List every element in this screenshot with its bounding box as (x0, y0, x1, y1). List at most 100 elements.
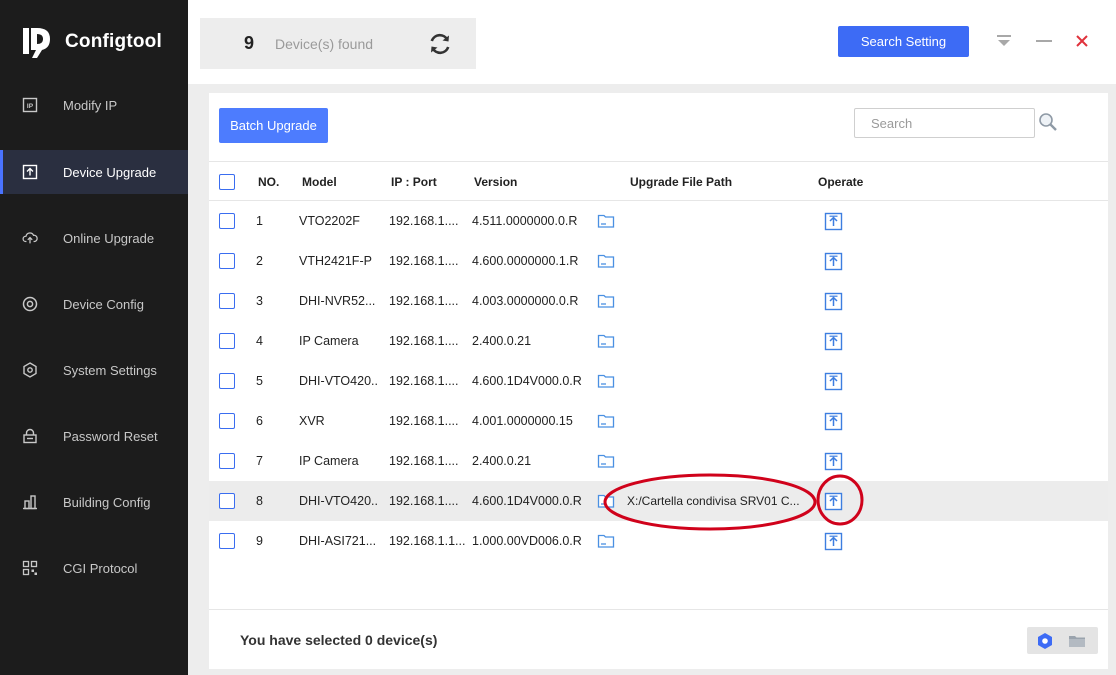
row-checkbox[interactable] (219, 293, 235, 309)
row-checkbox[interactable] (219, 533, 235, 549)
browse-folder-icon[interactable] (597, 412, 615, 430)
svg-text:IP: IP (27, 103, 34, 110)
table-header: NO. Model IP : Port Version Upgrade File… (209, 161, 1108, 201)
close-icon[interactable] (1072, 30, 1092, 52)
upgrade-icon[interactable] (824, 252, 843, 271)
table-row[interactable]: 8 DHI-VTO420... 192.168.1.... 4.600.1D4V000… (209, 481, 1108, 521)
cell-version: 2.400.0.21 (472, 334, 532, 348)
browse-folder-icon[interactable] (597, 252, 615, 270)
row-checkbox[interactable] (219, 333, 235, 349)
upgrade-icon[interactable] (824, 532, 843, 551)
browse-folder-icon[interactable] (597, 332, 615, 350)
row-checkbox[interactable] (219, 373, 235, 389)
selection-summary: You have selected 0 device(s) (240, 632, 437, 648)
cell-version: 4.600.0000000.1.R (472, 254, 579, 268)
folder-icon[interactable] (1068, 632, 1086, 650)
batch-upgrade-button[interactable]: Batch Upgrade (219, 108, 328, 143)
hexagon-gear-icon (22, 362, 38, 378)
sidebar-item-modify-ip[interactable]: IP Modify IP (0, 83, 188, 127)
upgrade-icon[interactable] (824, 292, 843, 311)
brand: Configtool (20, 22, 162, 62)
refresh-icon[interactable] (427, 31, 453, 57)
device-count: 9 (244, 33, 255, 53)
table-row[interactable]: 1 VTO2202F 192.168.1.... 4.511.0000000.0.R (209, 201, 1108, 241)
browse-folder-icon[interactable] (597, 452, 615, 470)
devices-found-label: Device(s) found (275, 35, 374, 52)
devices-found-panel: 9 Device(s) found (200, 18, 476, 69)
cell-ip-port: 192.168.1.1... (389, 534, 466, 548)
upgrade-icon[interactable] (824, 212, 843, 231)
sidebar-item-label: System Settings (63, 362, 157, 378)
sidebar-item-password-reset[interactable]: Password Reset (0, 414, 188, 458)
cell-version: 4.511.0000000.0.R (472, 214, 578, 228)
browse-folder-icon[interactable] (597, 372, 615, 390)
search-icon[interactable] (1038, 112, 1058, 132)
sidebar-item-cgi-protocol[interactable]: CGI Protocol (0, 546, 188, 590)
cell-model: VTO2202F (299, 214, 360, 228)
table-row[interactable]: 2 VTH2421F-P 192.168.1.... 4.600.0000000.1.… (209, 241, 1108, 281)
sidebar: Configtool IP Modify IP Device Upgrade O… (0, 0, 188, 675)
footer-bar: You have selected 0 device(s) (209, 609, 1108, 669)
sidebar-item-device-config[interactable]: Device Config (0, 282, 188, 326)
dropdown-menu-icon[interactable] (994, 30, 1014, 52)
upgrade-icon (22, 164, 38, 180)
select-all-checkbox[interactable] (219, 174, 235, 190)
table-row[interactable]: 5 DHI-VTO420... 192.168.1.... 4.600.1D4V000… (209, 361, 1108, 401)
row-checkbox[interactable] (219, 493, 235, 509)
table-row[interactable]: 7 IP Camera 192.168.1.... 2.400.0.21 (209, 441, 1108, 481)
sidebar-item-online-upgrade[interactable]: Online Upgrade (0, 216, 188, 260)
cell-upgrade-file-path (627, 281, 807, 321)
row-checkbox[interactable] (219, 413, 235, 429)
table-row[interactable]: 9 DHI-ASI721... 192.168.1.1... 1.000.00VD00… (209, 521, 1108, 561)
column-header-ip-port: IP : Port (391, 175, 437, 189)
table-row[interactable]: 6 XVR 192.168.1.... 4.001.0000000.15 (209, 401, 1108, 441)
sidebar-item-label: Online Upgrade (63, 230, 155, 246)
cell-model: DHI-NVR52... (299, 294, 376, 308)
upgrade-icon[interactable] (824, 412, 843, 431)
row-checkbox[interactable] (219, 213, 235, 229)
browse-folder-icon[interactable] (597, 212, 615, 230)
cell-ip-port: 192.168.1.... (389, 454, 459, 468)
sidebar-item-label: Password Reset (63, 428, 158, 444)
cell-ip-port: 192.168.1.... (389, 494, 459, 508)
cell-version: 4.600.1D4V000.0.R (472, 374, 582, 388)
configtool-logo-icon (23, 28, 50, 58)
cell-ip-port: 192.168.1.... (389, 414, 459, 428)
search-input[interactable] (854, 108, 1035, 138)
cell-upgrade-file-path: X:/Cartella condivisa SRV01 C... (627, 494, 800, 508)
table-row[interactable]: 3 DHI-NVR52... 192.168.1.... 4.003.0000000.… (209, 281, 1108, 321)
upgrade-icon[interactable] (824, 332, 843, 351)
cell-upgrade-file-path (627, 201, 807, 241)
footer-actions (1027, 627, 1098, 654)
sidebar-item-device-upgrade[interactable]: Device Upgrade (0, 150, 188, 194)
table-row[interactable]: 4 IP Camera 192.168.1.... 2.400.0.21 (209, 321, 1108, 361)
selected-prefix: You have selected (240, 632, 362, 648)
sidebar-item-building-config[interactable]: Building Config (0, 480, 188, 524)
building-icon (22, 494, 38, 510)
cell-version: 1.000.00VD006.0.R (472, 534, 582, 548)
upgrade-icon[interactable] (824, 452, 843, 471)
sidebar-item-system-settings[interactable]: System Settings (0, 348, 188, 392)
cell-version: 4.600.1D4V000.0.R (472, 494, 582, 508)
qr-icon (22, 560, 38, 576)
hexagon-settings-icon[interactable] (1036, 632, 1054, 650)
cell-no: 8 (256, 494, 263, 508)
row-checkbox[interactable] (219, 253, 235, 269)
cell-version: 4.003.0000000.0.R (472, 294, 579, 308)
cell-model: DHI-VTO420... (299, 494, 379, 508)
cell-model: IP Camera (299, 454, 359, 468)
upgrade-icon[interactable] (824, 492, 843, 511)
browse-folder-icon[interactable] (597, 532, 615, 550)
search-setting-button[interactable]: Search Setting (838, 26, 969, 57)
cell-no: 4 (256, 334, 263, 348)
lock-icon (22, 428, 38, 444)
browse-folder-icon[interactable] (597, 492, 615, 510)
cell-no: 6 (256, 414, 263, 428)
sidebar-item-label: Modify IP (63, 97, 118, 113)
device-table: NO. Model IP : Port Version Upgrade File… (209, 161, 1108, 561)
minimize-icon[interactable] (1034, 30, 1054, 52)
browse-folder-icon[interactable] (597, 292, 615, 310)
row-checkbox[interactable] (219, 453, 235, 469)
app-name: Configtool (65, 31, 162, 52)
upgrade-icon[interactable] (824, 372, 843, 391)
